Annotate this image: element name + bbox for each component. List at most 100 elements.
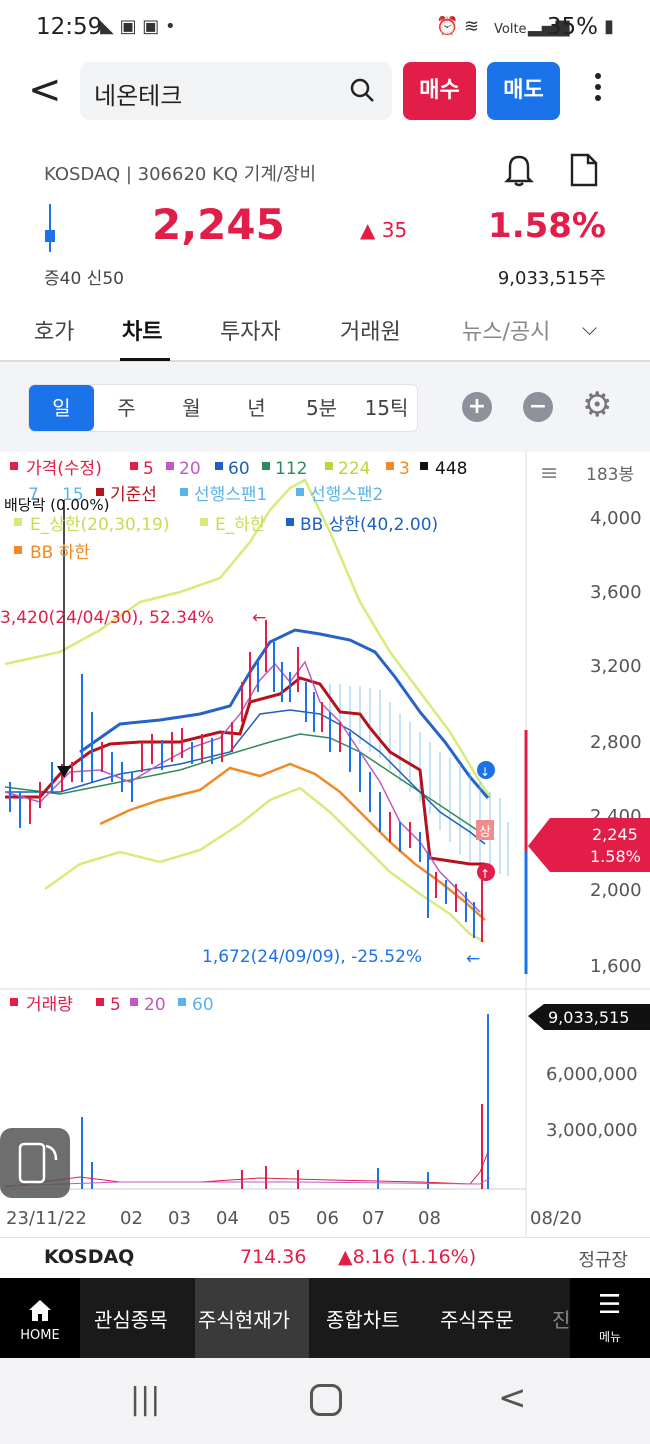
legend-base: 기준선 <box>110 485 157 505</box>
envelope-lower-line <box>44 786 486 944</box>
nav-full-chart[interactable]: 종합차트 <box>326 1304 400 1333</box>
x-tick: 04 <box>216 1208 239 1229</box>
volume-box-value: 9,033,515 <box>548 1008 629 1027</box>
ma-blue-line <box>5 709 486 845</box>
top-header: < 네온테크 매수 매도 <box>0 60 650 126</box>
volume-legend-5: 5 <box>110 995 121 1015</box>
ticker-name: KOSDAQ <box>44 1246 135 1268</box>
down-arrow-glyph: ↓ <box>480 765 490 779</box>
chevron-down-icon[interactable]: ⌵ <box>582 316 597 340</box>
volume-legend-60: 60 <box>192 995 214 1015</box>
legend-ma60: 60 <box>228 459 250 479</box>
zoom-in-icon[interactable]: + <box>462 392 492 422</box>
change-percent: 1.58% <box>488 206 606 246</box>
active-tab-indicator <box>120 358 170 361</box>
back-arrow-icon[interactable]: < <box>28 70 62 110</box>
change-value: 35 <box>381 218 408 242</box>
home-icon <box>29 1300 51 1321</box>
price-candles <box>9 620 483 942</box>
back-nav-icon[interactable]: < <box>498 1378 527 1418</box>
period-selector: 일 주 월 년 5분 15틱 <box>28 384 418 432</box>
volume-legend-20: 20 <box>144 995 166 1015</box>
period-5min[interactable]: 5분 <box>289 385 354 431</box>
price-tick: 3,200 <box>590 656 642 677</box>
period-month[interactable]: 월 <box>159 385 224 431</box>
mini-candle-icon <box>45 204 55 252</box>
nav-current-price[interactable]: 주식현재가 <box>198 1304 290 1333</box>
legend-3: 3 <box>399 459 410 479</box>
up-triangle-icon: ▲ <box>360 218 376 242</box>
period-year[interactable]: 년 <box>224 385 289 431</box>
settings-gear-icon[interactable]: ⚙ <box>582 388 612 422</box>
home-nav-icon[interactable] <box>310 1384 342 1416</box>
low-annotation: 1,672(24/09/09), -25.52% <box>202 947 422 967</box>
more-options-icon[interactable] <box>586 68 610 114</box>
volte-label: Volte <box>494 22 527 37</box>
volume-tick: 6,000,000 <box>546 1064 638 1085</box>
legend-price: 가격(수정) <box>26 459 102 479</box>
menu-button[interactable]: ☰ 메뉴 <box>570 1278 650 1358</box>
home-label: HOME <box>20 1328 60 1343</box>
low-arrow-icon: ← <box>466 949 480 969</box>
bars-count: 183봉 <box>586 465 634 485</box>
price-tick: 4,000 <box>590 508 642 529</box>
x-tick: 03 <box>168 1208 191 1229</box>
search-field[interactable]: 네온테크 <box>80 62 392 120</box>
notification-icons: ◣ ▣ ▣ • <box>100 16 176 37</box>
current-price: 2,245 <box>152 200 285 249</box>
high-annotation: 3,420(24/04/30), 52.34% <box>0 608 214 628</box>
legend-bb-lower: BB 하한 <box>30 543 90 563</box>
alarm-icon: ⏰ <box>436 16 459 37</box>
ticker-value: 714.36 <box>240 1246 307 1268</box>
price-tick: 2,000 <box>590 880 642 901</box>
legend-env-lower: E_하한 <box>215 515 266 535</box>
buy-button[interactable]: 매수 <box>403 62 476 120</box>
menu-label: 메뉴 <box>598 1330 622 1344</box>
tab-investor[interactable]: 투자자 <box>220 314 281 346</box>
period-15tick[interactable]: 15틱 <box>354 385 419 431</box>
legend-span1: 선행스팬1 <box>194 485 267 505</box>
volume-bars <box>4 1014 491 1189</box>
tab-broker[interactable]: 거래원 <box>340 314 401 346</box>
x-tick: 08 <box>418 1208 441 1229</box>
ma-green-line <box>4 733 481 833</box>
zoom-out-icon[interactable]: − <box>523 392 553 422</box>
legend-ma20: 20 <box>179 459 201 479</box>
document-icon[interactable] <box>568 152 600 188</box>
search-text: 네온테크 <box>94 82 183 110</box>
price-change: ▲ 35 <box>360 218 407 242</box>
volume-total: 9,033,515주 <box>497 268 606 289</box>
period-day[interactable]: 일 <box>29 385 94 431</box>
sell-button[interactable]: 매도 <box>487 62 560 120</box>
margin-info: 증40 신50 <box>44 269 124 289</box>
tab-chart[interactable]: 차트 <box>122 314 162 346</box>
high-arrow-icon: ← <box>252 608 266 628</box>
period-week[interactable]: 주 <box>94 385 159 431</box>
recent-apps-icon[interactable]: ||| <box>130 1382 160 1417</box>
upper-limit-label: 상 <box>479 825 491 840</box>
x-tick: 02 <box>120 1208 143 1229</box>
dividend-label: 배당락 (0.00%) <box>4 496 110 514</box>
home-button[interactable]: HOME <box>0 1278 80 1358</box>
wifi-icon: ≋ <box>464 16 480 37</box>
search-icon <box>350 78 374 102</box>
tab-news[interactable]: 뉴스/공시 <box>462 314 550 346</box>
nav-stock-order[interactable]: 주식주문 <box>440 1304 514 1333</box>
bell-icon[interactable] <box>502 152 536 188</box>
status-time: 12:59 <box>36 14 103 40</box>
battery-percent: 35% <box>546 14 598 40</box>
nav-watchlist[interactable]: 관심종목 <box>94 1304 168 1333</box>
volume-legend: 거래량 <box>26 995 73 1015</box>
nav-more[interactable]: 진 <box>552 1304 570 1333</box>
market-ticker[interactable]: KOSDAQ 714.36 ▲8.16 (1.16%) 정규장 <box>0 1237 650 1278</box>
x-tick: 08/20 <box>530 1208 582 1229</box>
tab-hoga[interactable]: 호가 <box>34 314 74 346</box>
price-tick: 1,600 <box>590 956 642 977</box>
rotate-screen-button[interactable] <box>0 1128 70 1198</box>
ticker-session: 정규장 <box>578 1250 628 1271</box>
up-arrow-glyph: ↑ <box>480 867 490 881</box>
tab-bar: 호가 차트 투자자 거래원 뉴스/공시 ⌵ <box>0 300 650 362</box>
legend-span2: 선행스팬2 <box>310 485 383 505</box>
price-chart[interactable]: 가격(수정) 5 20 60 112 224 3 448 7 15 기준선 선행… <box>0 452 650 1237</box>
legend-menu-icon: ≡ <box>540 461 558 486</box>
